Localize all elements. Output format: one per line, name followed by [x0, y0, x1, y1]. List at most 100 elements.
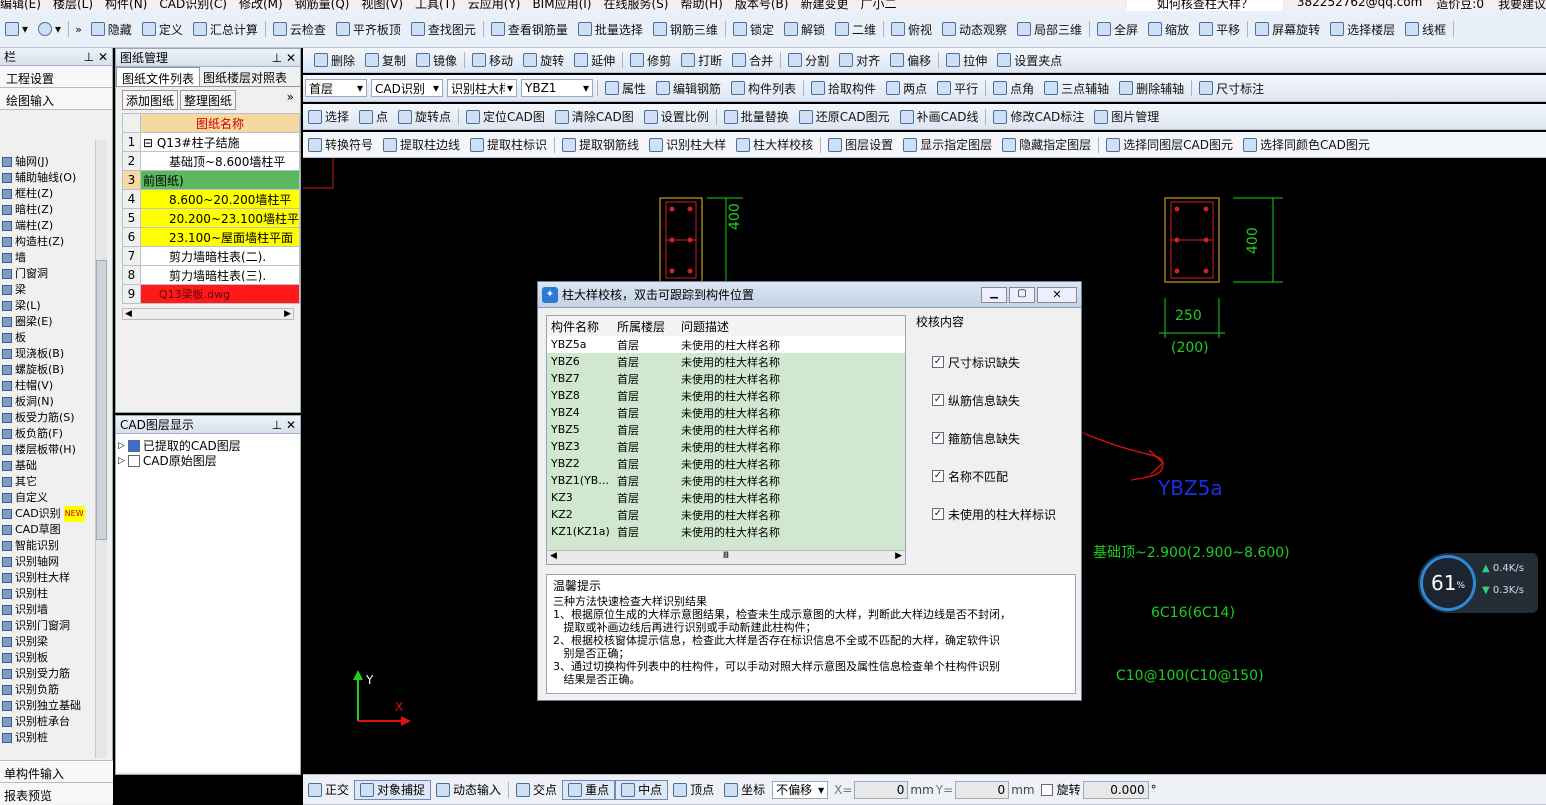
tool1-button-1[interactable]: 定义	[137, 11, 188, 47]
tool4-button-4[interactable]: 清除CAD图	[550, 104, 639, 129]
issue-row[interactable]: YBZ4 首层 未使用的柱大样名称	[547, 404, 905, 421]
menu-item-3[interactable]: CAD识别(C)	[159, 0, 227, 11]
rotate-checkbox[interactable]	[1040, 783, 1053, 796]
tool3-button-0[interactable]: 属性	[600, 75, 651, 101]
tool4-button-9[interactable]: 修改CAD标注	[988, 104, 1089, 129]
tool1-button-12[interactable]: 俯视	[886, 11, 937, 47]
save-icon[interactable]: ▾	[0, 11, 33, 47]
checkbox-icon[interactable]: ✓	[932, 508, 944, 520]
organize-drawing-button[interactable]: 整理图纸	[180, 90, 237, 110]
overflow-icon[interactable]: »	[71, 23, 86, 36]
rotate-input[interactable]: 0.000	[1082, 780, 1149, 799]
tool4-button-3[interactable]: 定位CAD图	[461, 104, 550, 129]
drawing-row[interactable]: 8 剪力墙暗柱表(三).	[122, 265, 301, 285]
tool2-button-11[interactable]: 偏移	[885, 48, 936, 72]
drawing-hscroll[interactable]: ◀ ▶	[122, 308, 294, 320]
undo-icon[interactable]: ▾	[33, 11, 66, 47]
layer-item-original[interactable]: ▷ CAD原始图层	[118, 453, 298, 468]
issue-row[interactable]: KZ1(KZ1a) 首层 未使用的柱大样名称	[547, 523, 905, 540]
tool2-button-7[interactable]: 打断	[676, 48, 727, 72]
list-hscroll[interactable]: ◀ Ⅲ ▶	[547, 550, 905, 564]
tool1-button-5[interactable]: 查找图元	[406, 11, 481, 47]
issue-row[interactable]: YBZ5 首层 未使用的柱大样名称	[547, 421, 905, 438]
tool1-button-6[interactable]: 查看钢筋量	[486, 11, 573, 47]
layer-close-icon[interactable]: ⊥ ✕	[272, 418, 296, 432]
add-drawing-button[interactable]: 添加图纸	[122, 90, 179, 110]
tool4-button-7[interactable]: 还原CAD图元	[794, 104, 895, 129]
menu-item-11[interactable]: 帮助(H)	[680, 0, 722, 11]
drawing-row[interactable]: 1 ⊟ Q13#柱子结施	[122, 132, 301, 152]
tool3-button-3[interactable]: 拾取构件	[806, 75, 881, 101]
tool2-button-13[interactable]: 设置夹点	[992, 48, 1067, 72]
checkbox-icon[interactable]: ✓	[932, 356, 944, 368]
status-toggle-7[interactable]: 坐标	[719, 780, 770, 800]
tool4-button-8[interactable]: 补画CAD线	[895, 104, 984, 129]
menu-item-10[interactable]: 在线服务(S)	[603, 0, 668, 11]
x-input[interactable]: 0	[854, 780, 909, 799]
drawing-row[interactable]: 2 基础顶~8.600墙柱平	[122, 151, 301, 171]
tool5-button-0[interactable]: 转换符号	[303, 132, 378, 157]
drawing-row[interactable]: 9 Q13梁板.dwg	[122, 284, 301, 304]
tool5-button-6[interactable]: 图层设置	[823, 132, 898, 157]
panel-close-icon[interactable]: ⊥ ✕	[272, 51, 296, 65]
issue-row[interactable]: YBZ6 首层 未使用的柱大样名称	[547, 353, 905, 370]
dialog-titlebar[interactable]: ✦ 柱大样校核，双击可跟踪到构件位置 ▁ ▢ ✕	[538, 282, 1081, 308]
floor-select[interactable]: 首层 ▾	[305, 79, 367, 97]
tool4-button-6[interactable]: 批量替换	[719, 104, 794, 129]
tool1-button-19[interactable]: 选择楼层	[1325, 11, 1400, 47]
tool1-button-8[interactable]: 钢筋三维	[648, 11, 723, 47]
status-toggle-0[interactable]: 正交	[303, 780, 354, 800]
menu-item-2[interactable]: 构件(N)	[105, 0, 147, 11]
issue-row[interactable]: KZ3 首层 未使用的柱大样名称	[547, 489, 905, 506]
menu-item-7[interactable]: 工具(T)	[415, 0, 456, 11]
speed-widget[interactable]: 61% ▲ 0.4K/s ▼ 0.3K/s	[1418, 553, 1538, 613]
y-input[interactable]: 0	[955, 780, 1010, 799]
coins-label[interactable]: 造价豆:0	[1436, 0, 1484, 11]
tool2-button-1[interactable]: 复制	[360, 48, 411, 72]
tool2-button-2[interactable]: 镜像	[411, 48, 462, 72]
close-button[interactable]: ✕	[1037, 286, 1077, 303]
tool2-button-3[interactable]: 移动	[467, 48, 518, 72]
tool1-button-2[interactable]: 汇总计算	[188, 11, 263, 47]
tool2-button-6[interactable]: 修剪	[625, 48, 676, 72]
tool3-button-8[interactable]: 删除辅轴	[1114, 75, 1189, 101]
left-scrollbar[interactable]	[95, 140, 107, 758]
drawing-row[interactable]: 3 前图纸)	[122, 170, 301, 190]
offset-select[interactable]: 不偏移 ▾	[772, 780, 829, 799]
tool4-button-5[interactable]: 设置比例	[639, 104, 714, 129]
tool5-button-3[interactable]: 提取钢筋线	[557, 132, 644, 157]
drawing-row[interactable]: 5 20.200~23.100墙柱平	[122, 208, 301, 228]
tool3-button-4[interactable]: 两点	[881, 75, 932, 101]
tab-drawing-input[interactable]: 绘图输入	[0, 88, 112, 110]
status-toggle-4[interactable]: 重点	[562, 779, 616, 800]
tab-file-list[interactable]: 图纸文件列表	[116, 67, 201, 86]
tool2-button-12[interactable]: 拉伸	[941, 48, 992, 72]
menu-item-13[interactable]: 新建变更	[800, 0, 848, 11]
checkbox-icon[interactable]: ✓	[932, 394, 944, 406]
tool1-button-18[interactable]: 屏幕旋转	[1250, 11, 1325, 47]
status-toggle-5[interactable]: 中点	[615, 779, 669, 800]
check-item[interactable]: ✓ 纵筋信息缺失	[932, 390, 1076, 410]
menu-item-8[interactable]: 云应用(Y)	[468, 0, 521, 11]
single-input-tab[interactable]: 单构件输入	[0, 760, 113, 782]
account-label[interactable]: 382252762@qq.com	[1297, 0, 1422, 11]
more-icon[interactable]: »	[287, 90, 294, 110]
tool4-button-10[interactable]: 图片管理	[1089, 104, 1164, 129]
tool2-button-4[interactable]: 旋转	[518, 48, 569, 72]
check-item[interactable]: ✓ 箍筋信息缺失	[932, 428, 1076, 448]
issue-row[interactable]: YBZ3 首层 未使用的柱大样名称	[547, 438, 905, 455]
maximize-button[interactable]: ▢	[1009, 286, 1035, 303]
menu-item-12[interactable]: 版本号(B)	[735, 0, 789, 11]
tool1-button-10[interactable]: 解锁	[779, 11, 830, 47]
check-item[interactable]: ✓ 名称不匹配	[932, 466, 1076, 486]
col-issue[interactable]: 问题描述	[677, 316, 905, 336]
tool4-button-0[interactable]: 选择	[303, 104, 354, 129]
check-item[interactable]: ✓ 尺寸标识缺失	[932, 352, 1076, 372]
tool2-button-9[interactable]: 分割	[783, 48, 834, 72]
tool3-button-2[interactable]: 构件列表	[726, 75, 801, 101]
tool5-button-10[interactable]: 选择同颜色CAD图元	[1238, 132, 1375, 157]
tool5-button-5[interactable]: 柱大样校核	[731, 132, 818, 157]
suggest-link[interactable]: 我要建议	[1498, 0, 1546, 11]
drawing-row[interactable]: 6 23.100~屋面墙柱平面	[122, 227, 301, 247]
status-toggle-2[interactable]: 动态输入	[431, 780, 506, 800]
